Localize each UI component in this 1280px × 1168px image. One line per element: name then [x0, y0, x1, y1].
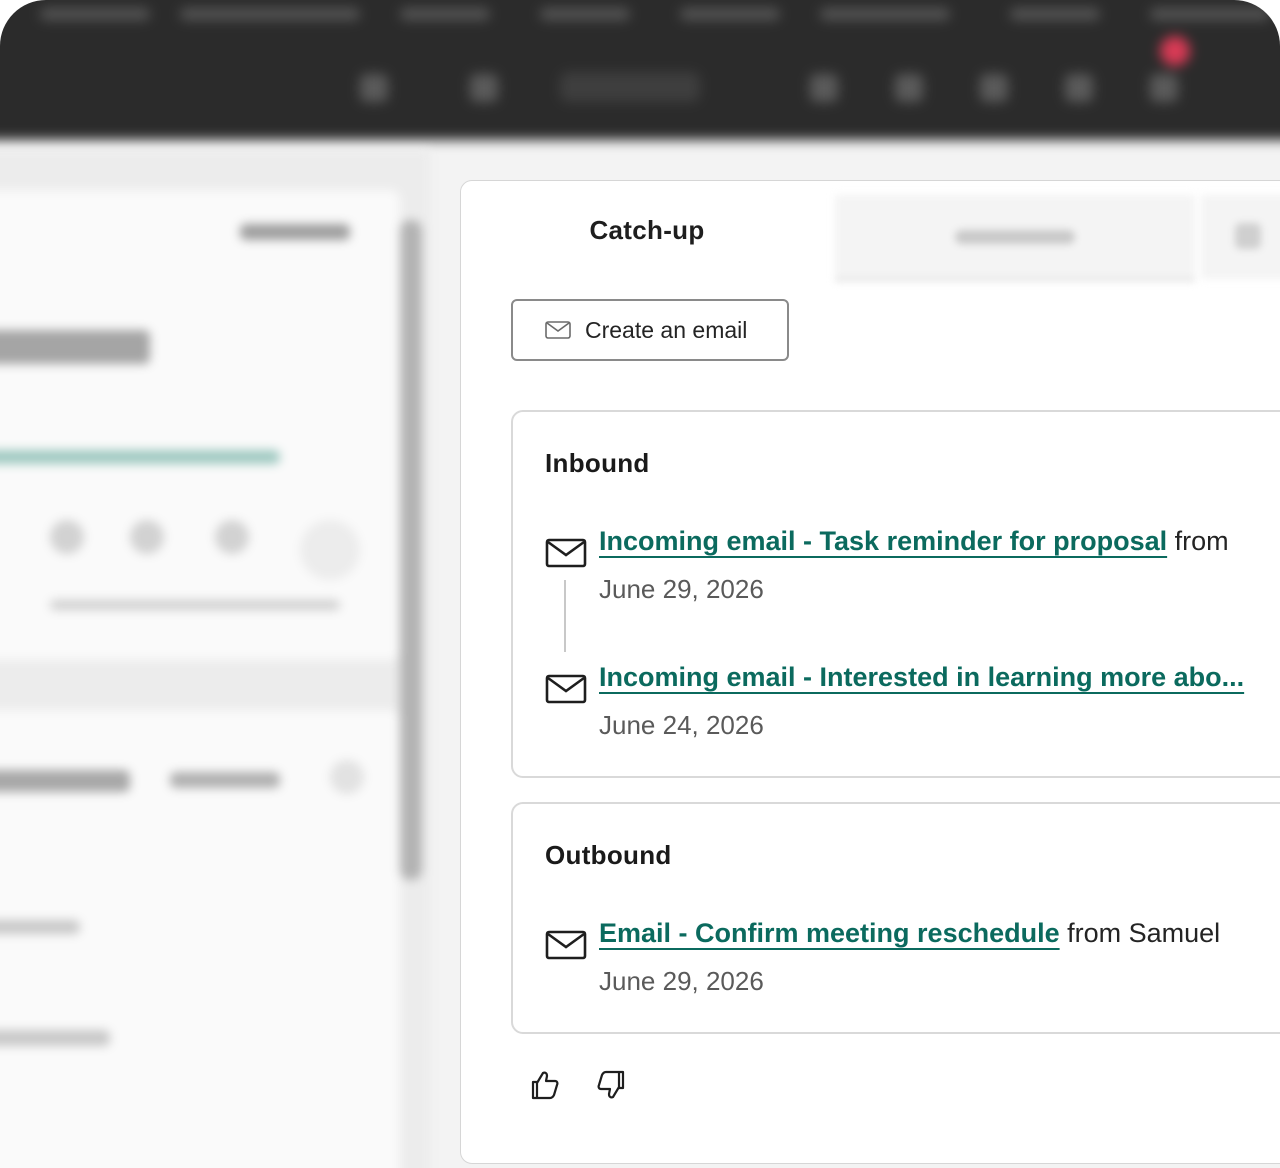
- catch-up-panel: Catch-up Create an email Inbound Incomin…: [460, 180, 1280, 1164]
- record-side-panel: [0, 150, 430, 1168]
- tab-activities[interactable]: [835, 195, 1195, 281]
- email-sender: from: [1167, 526, 1229, 556]
- tab-strip: Catch-up: [461, 181, 1280, 281]
- create-email-label: Create an email: [585, 316, 748, 343]
- email-link[interactable]: Incoming email - Task reminder for propo…: [599, 526, 1167, 556]
- tab-catch-up[interactable]: Catch-up: [461, 181, 833, 279]
- list-item: Incoming email - Task reminder for propo…: [545, 526, 1280, 626]
- feedback-bar: [527, 1067, 629, 1103]
- envelope-icon: [545, 672, 587, 706]
- email-link[interactable]: Incoming email - Interested in learning …: [599, 662, 1244, 692]
- list-item: Email - Confirm meeting reschedule from …: [545, 918, 1280, 1018]
- top-navigation-bar: [0, 0, 1280, 140]
- thumbs-down-icon[interactable]: [593, 1067, 629, 1103]
- app-window: Catch-up Create an email Inbound Incomin…: [0, 0, 1280, 1168]
- list-item: Incoming email - Interested in learning …: [545, 662, 1280, 762]
- email-date: June 29, 2026: [599, 574, 764, 604]
- email-link[interactable]: Email - Confirm meeting reschedule: [599, 918, 1060, 948]
- thumbs-up-icon[interactable]: [527, 1067, 563, 1103]
- envelope-icon: [545, 321, 571, 339]
- envelope-icon: [545, 928, 587, 962]
- inbound-heading: Inbound: [545, 448, 650, 478]
- envelope-icon: [545, 536, 587, 570]
- create-email-button[interactable]: Create an email: [511, 299, 789, 361]
- email-date: June 29, 2026: [599, 966, 764, 996]
- outbound-heading: Outbound: [545, 840, 672, 870]
- tab-more[interactable]: [1201, 195, 1280, 279]
- outbound-section: Outbound Email - Confirm meeting resched…: [511, 802, 1280, 1034]
- email-sender: from Samuel: [1059, 918, 1221, 948]
- email-date: June 24, 2026: [599, 710, 764, 740]
- inbound-section: Inbound Incoming email - Task reminder f…: [511, 410, 1280, 778]
